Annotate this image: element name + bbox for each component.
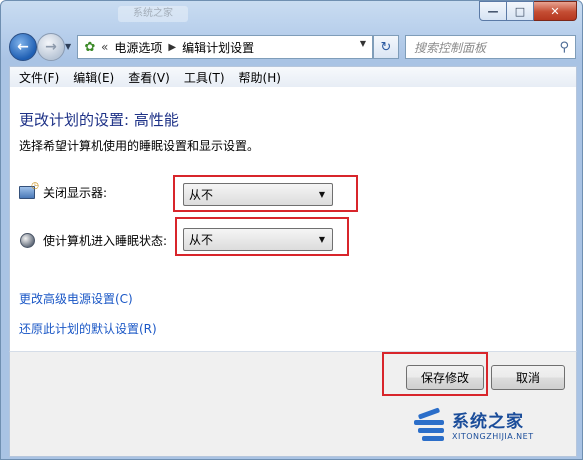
search-box[interactable]: 搜索控制面板 ⚲ (405, 35, 576, 59)
title-text: 系统之家 (118, 6, 188, 22)
history-dropdown-icon[interactable]: ▼ (65, 42, 71, 51)
forward-button[interactable]: → (37, 33, 65, 61)
back-arrow-icon: ← (17, 39, 29, 55)
minimize-icon: — (487, 4, 499, 18)
menu-item-help[interactable]: 帮助(H) (239, 69, 281, 86)
menu-item-edit[interactable]: 编辑(E) (73, 69, 114, 86)
menu-item-view[interactable]: 查看(V) (128, 69, 170, 86)
breadcrumb-label: 电源选项 (114, 40, 163, 55)
refresh-button[interactable]: ↻ (373, 35, 399, 59)
control-panel-icon: ✿ (84, 39, 96, 55)
highlight-box-display (173, 175, 358, 212)
sleep-moon-icon (19, 233, 35, 249)
address-dropdown-icon[interactable]: ▼ (360, 39, 366, 48)
page-title: 更改计划的设置: 高性能 (19, 111, 179, 129)
breadcrumb-separator-icon[interactable]: ▶ (168, 42, 176, 53)
content-pane: 更改计划的设置: 高性能 选择希望计算机使用的睡眠设置和显示设置。 关闭显示器:… (9, 87, 577, 351)
footer-bar: 保存修改 取消 系统之家 XITONGZHIJIA.NET (9, 351, 577, 457)
back-button[interactable]: ← (9, 33, 37, 61)
setting-row-display: 关闭显示器: (19, 181, 108, 201)
house-logo-icon (408, 407, 448, 441)
title-bar: 系统之家 — □ ✕ (0, 0, 583, 30)
menu-item-tools[interactable]: 工具(T) (184, 69, 225, 86)
advanced-power-settings-link[interactable]: 更改高级电源设置(C) (19, 290, 133, 307)
highlight-box-save (382, 352, 488, 396)
breadcrumb-prefix: « (101, 40, 109, 54)
setting-label-sleep: 使计算机进入睡眠状态: (43, 234, 168, 248)
cancel-button[interactable]: 取消 (491, 365, 565, 390)
minimize-button[interactable]: — (479, 1, 507, 21)
breadcrumb-item-power-options[interactable]: 电源选项 ▶ (114, 39, 176, 56)
watermark-logo: 系统之家 XITONGZHIJIA.NET (408, 402, 568, 446)
monitor-power-icon (19, 181, 39, 201)
navigation-bar: ← → ▼ ✿ « 电源选项 ▶ 编辑计划设置 ▼ ↻ 搜索控制面板 ⚲ (0, 30, 583, 62)
maximize-icon: □ (514, 4, 526, 18)
restore-defaults-link[interactable]: 还原此计划的默认设置(R) (19, 320, 157, 337)
menu-bar: 文件(F) 编辑(E) 查看(V) 工具(T) 帮助(H) (9, 66, 577, 87)
watermark-cn: 系统之家 (452, 412, 524, 432)
address-bar[interactable]: ✿ « 电源选项 ▶ 编辑计划设置 ▼ (77, 35, 373, 59)
refresh-icon: ↻ (380, 39, 392, 55)
search-icon[interactable]: ⚲ (559, 40, 569, 55)
breadcrumb-label: 编辑计划设置 (182, 40, 255, 55)
close-icon: ✕ (550, 4, 560, 18)
page-description: 选择希望计算机使用的睡眠设置和显示设置。 (19, 139, 260, 153)
window-controls: — □ ✕ (479, 1, 577, 21)
forward-arrow-icon: → (45, 39, 57, 55)
watermark-en: XITONGZHIJIA.NET (452, 432, 534, 441)
search-input[interactable]: 搜索控制面板 (414, 39, 559, 56)
maximize-button[interactable]: □ (507, 1, 534, 21)
breadcrumb-item-edit-plan[interactable]: 编辑计划设置 (182, 39, 254, 56)
highlight-box-sleep (175, 217, 349, 256)
setting-row-sleep: 使计算机进入睡眠状态: (19, 232, 167, 249)
setting-label-display: 关闭显示器: (43, 186, 108, 200)
menu-item-file[interactable]: 文件(F) (19, 69, 59, 86)
close-button[interactable]: ✕ (534, 1, 577, 21)
